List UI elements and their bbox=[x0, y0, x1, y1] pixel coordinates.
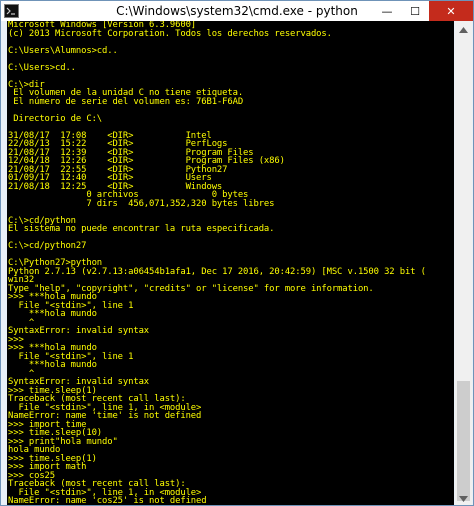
console-line: El sistema no puede encontrar la ruta es… bbox=[8, 224, 275, 234]
console-line: C:\Users>cd.. bbox=[8, 62, 76, 73]
title-bar[interactable]: C:\Windows\system32\cmd.exe - python — ☐… bbox=[1, 1, 473, 21]
window-controls: — ☐ ✕ bbox=[373, 1, 473, 21]
console-line: SyntaxError: invalid syntax bbox=[8, 326, 150, 336]
arrow-down-icon[interactable] bbox=[455, 490, 472, 505]
arrow-up-icon[interactable] bbox=[455, 21, 472, 38]
maximize-button[interactable]: ☐ bbox=[401, 1, 429, 21]
console-output[interactable]: Microsoft Windows [Versión 6.3.9600] (c)… bbox=[7, 21, 454, 506]
console-text: Microsoft Windows [Versión 6.3.9600] (c)… bbox=[7, 21, 454, 506]
close-button[interactable]: ✕ bbox=[429, 1, 473, 21]
cmd-icon[interactable] bbox=[4, 4, 19, 18]
console-line: Python 2.7.13 (v2.7.13:a06454b1afa1, Dec… bbox=[8, 266, 426, 277]
console-line: El número de serie del volumen es: 76B1-… bbox=[8, 96, 244, 107]
console-line: (c) 2013 Microsoft Corporation. Todos lo… bbox=[8, 28, 332, 39]
scrollbar-thumb[interactable] bbox=[457, 381, 470, 501]
console-line: Directorio de C:\ bbox=[8, 113, 103, 124]
console-line: C:\>cd/python27 bbox=[8, 241, 87, 251]
console-line: NameError: name 'cos25' is not defined bbox=[8, 496, 207, 506]
console-line: C:\Users\Alumnos>cd.. bbox=[8, 45, 118, 56]
minimize-button[interactable]: — bbox=[373, 1, 401, 21]
cmd-window: C:\Windows\system32\cmd.exe - python — ☐… bbox=[0, 0, 474, 506]
vertical-scrollbar[interactable] bbox=[455, 21, 472, 505]
console-line: 7 dirs 456,071,352,320 bytes libres bbox=[8, 198, 275, 209]
